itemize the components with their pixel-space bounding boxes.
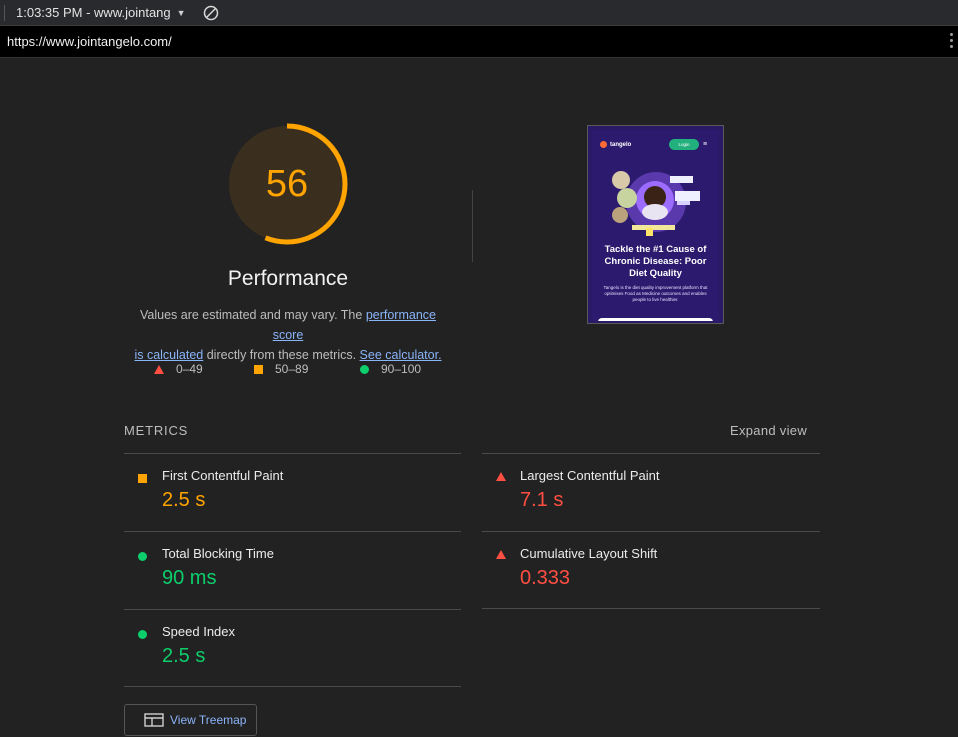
hero-illustration: [612, 171, 700, 236]
average-square-icon: [254, 364, 263, 374]
see-calculator-link[interactable]: See calculator.: [360, 348, 442, 362]
more-options-icon[interactable]: [950, 33, 954, 51]
report-selector[interactable]: 1:03:35 PM - www.jointang: [16, 5, 171, 20]
metric-label: Speed Index: [162, 624, 236, 639]
metrics-divider: [124, 453, 461, 454]
legend-pass-label: 90–100: [381, 362, 422, 376]
url-bar: https://www.jointangelo.com/: [0, 26, 958, 58]
clear-report-icon[interactable]: [203, 5, 219, 21]
view-treemap-label: View Treemap: [170, 713, 247, 727]
metrics-divider: [482, 608, 820, 609]
hamburger-menu-icon: ≡: [703, 141, 708, 148]
devtools-toolbar: 1:03:35 PM - www.jointang ▼: [0, 0, 958, 26]
metric-value: 7.1 s: [520, 489, 564, 511]
tangelo-fruit-icon: [600, 141, 607, 148]
legend-fail: 0–49: [154, 362, 203, 376]
thumb-login-button: Login: [669, 139, 699, 150]
fail-triangle-icon: [496, 472, 506, 481]
performance-title: Performance: [227, 267, 349, 290]
legend-average-label: 50–89: [275, 362, 309, 376]
desc-prefix: Values are estimated and may vary. The: [140, 308, 366, 322]
legend-fail-label: 0–49: [176, 362, 203, 376]
thumb-heading: Tackle the #1 Cause of Chronic Disease: …: [604, 244, 707, 279]
vertical-divider: [472, 190, 473, 262]
metric-label: First Contentful Paint: [162, 468, 284, 483]
pass-circle-icon: [138, 552, 147, 561]
metric-label: Largest Contentful Paint: [520, 468, 660, 483]
metrics-divider: [482, 453, 820, 454]
tangelo-brand: tangelo: [610, 141, 632, 148]
metrics-divider: [124, 686, 461, 687]
metric-label: Cumulative Layout Shift: [520, 546, 658, 561]
thumb-body: Tangelo is the diet quality improvement …: [603, 285, 708, 302]
tangelo-logo: tangelo: [600, 141, 631, 148]
page-url[interactable]: https://www.jointangelo.com/: [7, 34, 172, 49]
average-square-icon: [138, 474, 147, 483]
pass-circle-icon: [138, 630, 147, 639]
metrics-divider: [482, 531, 820, 532]
legend-average: 50–89: [254, 362, 308, 376]
metric-value: 2.5 s: [162, 489, 206, 511]
thumb-cta: [598, 318, 713, 321]
treemap-icon: [144, 713, 164, 727]
metrics-header: METRICS: [124, 423, 189, 438]
desc-middle: directly from these metrics.: [203, 348, 360, 362]
fail-triangle-icon: [496, 550, 506, 559]
is-calculated-link[interactable]: is calculated: [134, 348, 203, 362]
toolbar-separator: [4, 4, 5, 21]
metric-label: Total Blocking Time: [162, 546, 274, 561]
page-screenshot[interactable]: tangelo Login ≡ Tackle the #1 Cause of C…: [587, 125, 724, 324]
screenshot-content: tangelo Login ≡ Tackle the #1 Cause of C…: [592, 130, 719, 321]
metric-value: 2.5 s: [162, 645, 206, 667]
metric-value: 90 ms: [162, 567, 217, 589]
performance-score: 56: [265, 162, 309, 205]
view-treemap-button[interactable]: View Treemap: [124, 704, 257, 736]
metrics-divider: [124, 609, 461, 610]
performance-description: Values are estimated and may vary. The p…: [126, 305, 450, 365]
fail-triangle-icon: [154, 364, 164, 374]
pass-circle-icon: [360, 364, 369, 374]
legend-pass: 90–100: [360, 362, 421, 376]
expand-view-toggle[interactable]: Expand view: [730, 423, 807, 438]
metrics-divider: [124, 531, 461, 532]
metric-value: 0.333: [520, 567, 571, 589]
chevron-down-icon[interactable]: ▼: [177, 8, 186, 18]
